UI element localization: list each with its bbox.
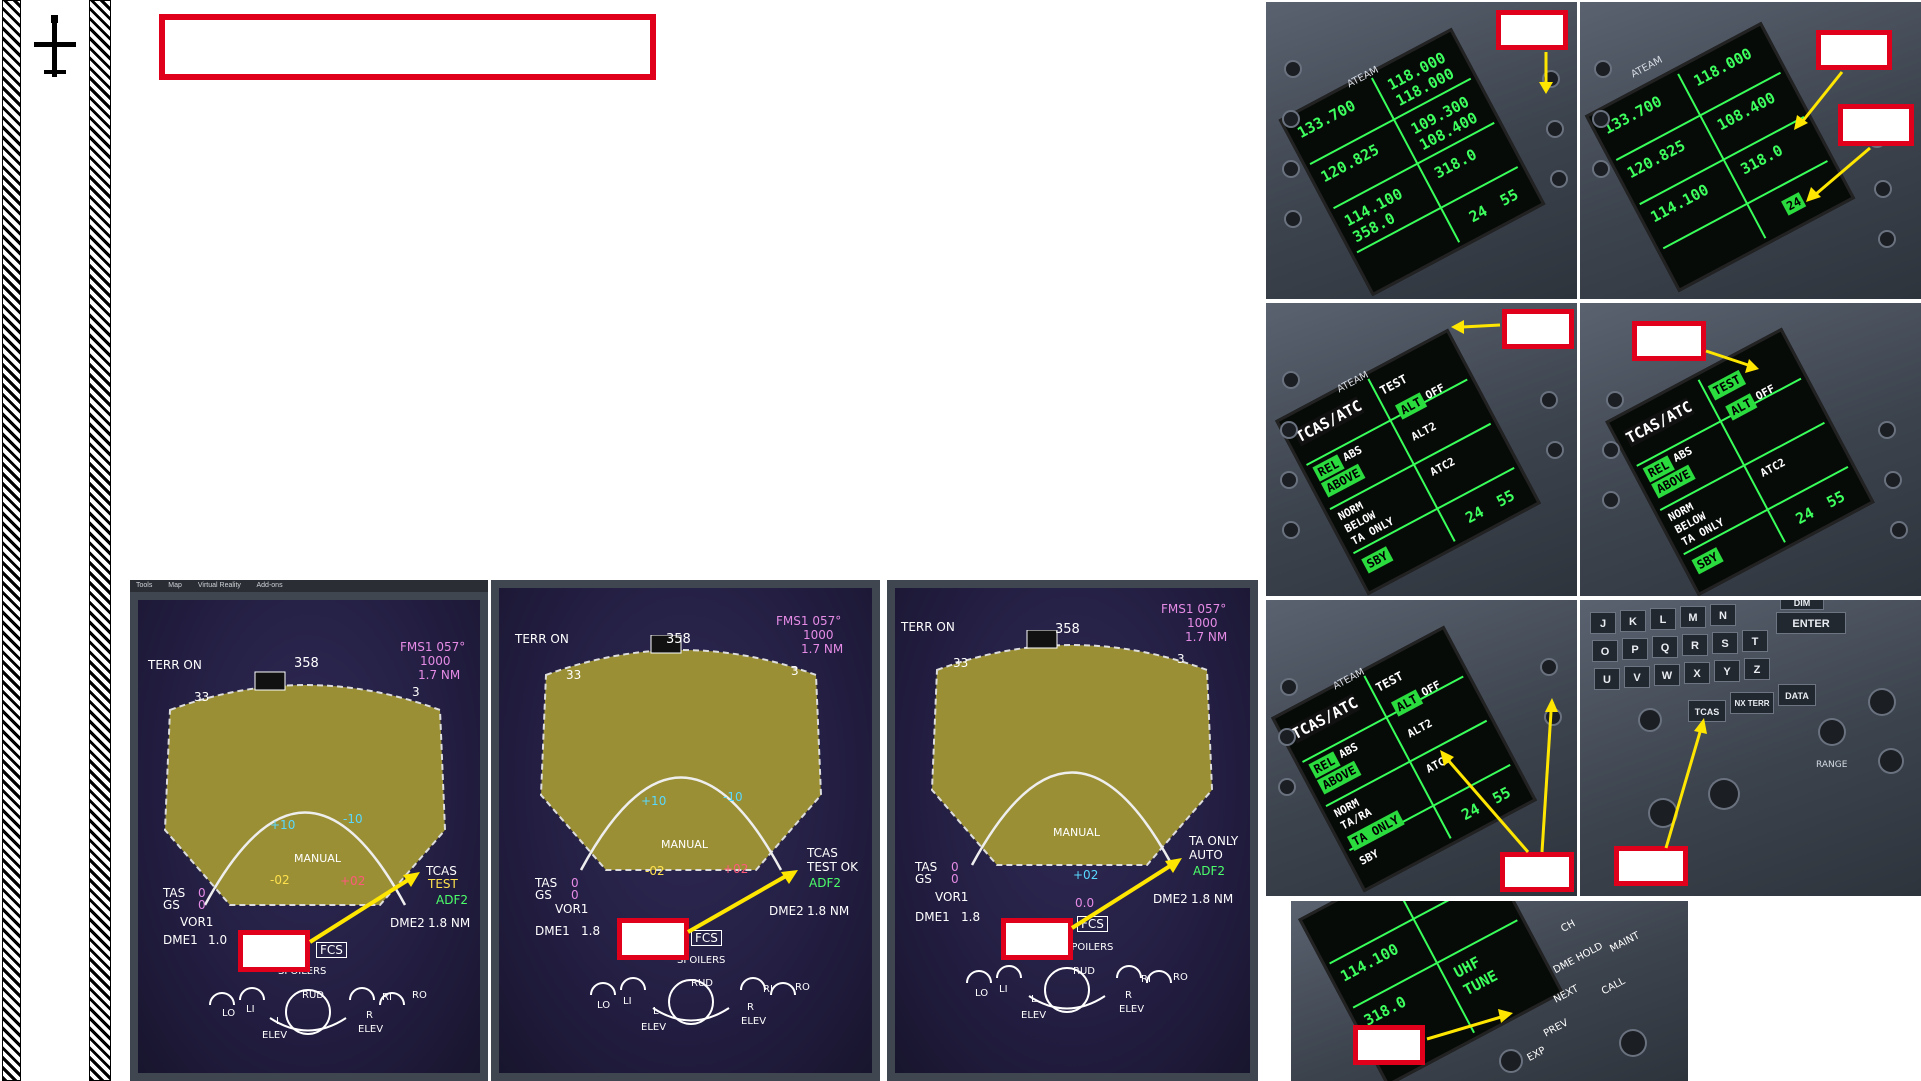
nd-callout-arrows — [308, 858, 1182, 944]
